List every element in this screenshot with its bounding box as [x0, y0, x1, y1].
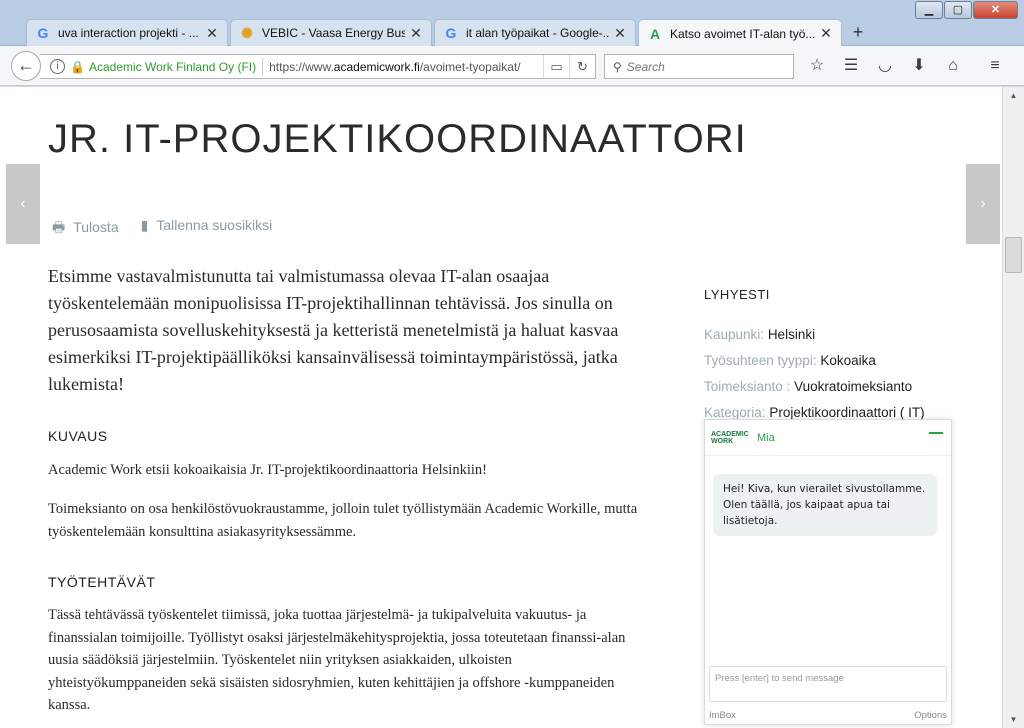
pocket-icon[interactable]: ◡	[868, 54, 902, 79]
google-icon: G	[445, 25, 457, 41]
chat-options-link[interactable]: Options	[914, 710, 947, 721]
tab-label: uva interaction projekti - ...	[58, 26, 199, 40]
minimize-chat-icon[interactable]	[929, 432, 943, 434]
download-icon[interactable]: ⬇	[902, 54, 936, 79]
maximize-button[interactable]: ▢	[944, 1, 972, 19]
save-label: Tallenna suosikiksi	[156, 217, 273, 233]
tab-vebic[interactable]: ✺ VEBIC - Vaasa Energy Busi... ✕	[230, 19, 432, 46]
url-text[interactable]: https://www.academicwork.fi/avoimet-tyop…	[269, 60, 543, 74]
section-title-tyotehtavat: TYÖTEHTÄVÄT	[48, 574, 156, 590]
google-icon: G	[37, 25, 49, 41]
summary-value: Helsinki	[767, 327, 816, 342]
chat-header[interactable]: ACADEMIC WORK Mia	[705, 420, 951, 456]
window-controls: ▁ ▢ ✕	[915, 1, 1018, 19]
summary-key: Työsuhteen tyyppi:	[704, 353, 817, 368]
summary-row: Työsuhteen tyyppi: Kokoaika	[704, 353, 984, 379]
summary-value: Projektikoordinaattori ( IT)	[769, 405, 925, 420]
divider	[262, 57, 264, 76]
bookmark-star-icon[interactable]: ☆	[800, 54, 834, 79]
browser-titlebar: G uva interaction projekti - ... ✕ ✺ VEB…	[0, 0, 1024, 47]
tab-label: it alan työpaikat - Google-...	[466, 26, 609, 40]
paragraph: Toimeksianto on osa henkilöstövuokrausta…	[48, 501, 638, 540]
back-button[interactable]: ←	[11, 51, 41, 81]
job-actions: 🖶 Tulosta ▮ Tallenna suosikiksi	[52, 217, 272, 241]
prev-job-button[interactable]: ‹	[6, 164, 40, 244]
close-tab-icon[interactable]: ✕	[205, 25, 219, 42]
scroll-up-icon[interactable]: ▲	[1003, 87, 1024, 104]
chat-brand: ImBox	[709, 710, 736, 721]
home-icon[interactable]: ⌂	[936, 54, 970, 79]
scroll-down-icon[interactable]: ▼	[1003, 711, 1024, 728]
tab-label: Katso avoimet IT-alan työ...	[670, 26, 815, 41]
browser-navbar: i 🔒 Academic Work Finland Oy (FI) https:…	[0, 46, 1024, 86]
close-window-button[interactable]: ✕	[973, 1, 1018, 19]
tab-academic-work[interactable]: A Katso avoimet IT-alan työ... ✕	[638, 19, 842, 47]
close-tab-icon[interactable]: ✕	[613, 25, 627, 42]
chat-input[interactable]: Press [enter] to send message	[709, 666, 947, 702]
summary-key: Kategoria:	[704, 405, 766, 420]
summary-row: Kaupunki: Helsinki	[704, 327, 984, 353]
new-tab-button[interactable]: +	[846, 22, 870, 44]
job-title: JR. IT-PROJEKTIKOORDINAATTORI	[48, 117, 747, 161]
job-lead: Etsimme vastavalmistunutta tai valmistum…	[48, 266, 619, 394]
print-button[interactable]: 🖶 Tulosta	[52, 217, 119, 241]
bookmarks-list-icon[interactable]: ☰	[834, 54, 868, 79]
url-domain: academicwork.fi	[333, 59, 420, 74]
academic-work-logo: ACADEMIC WORK	[711, 430, 749, 445]
chat-message: Hei! Kiva, kun vierailet sivustollamme. …	[713, 474, 937, 536]
summary-value: Vuokratoimeksianto	[794, 379, 913, 394]
minimize-button[interactable]: ▁	[915, 1, 943, 19]
paragraph: Academic Work etsii kokoaikaisia Jr. IT-…	[48, 462, 487, 478]
printer-icon: 🖶	[52, 219, 66, 235]
search-input[interactable]: ⚲ Search	[604, 54, 794, 79]
scrollbar-thumb[interactable]	[1005, 237, 1022, 273]
url-path: /avoimet-tyopaikat/	[419, 59, 521, 74]
summary-value: Kokoaika	[820, 353, 876, 368]
search-placeholder: Search	[626, 59, 665, 74]
url-prefix: https://www.	[269, 59, 334, 74]
chat-agent-name: Mia	[757, 431, 775, 444]
tab-uva-interaction[interactable]: G uva interaction projekti - ... ✕	[26, 19, 228, 46]
close-tab-icon[interactable]: ✕	[819, 25, 833, 42]
info-icon[interactable]: i	[50, 59, 65, 74]
page-content: JR. IT-PROJEKTIKOORDINAATTORI ‹ › 🖶 Tulos…	[0, 87, 1002, 728]
summary-panel: LYHYESTI Kaupunki: Helsinki Työsuhteen t…	[704, 287, 984, 431]
vertical-scrollbar[interactable]: ▲ ▼	[1002, 87, 1024, 728]
tab-it-alan[interactable]: G it alan työpaikat - Google-... ✕	[434, 19, 636, 46]
summary-key: Toimeksianto :	[704, 379, 791, 394]
summary-row: Toimeksianto : Vuokratoimeksianto	[704, 379, 984, 405]
save-favorite-button[interactable]: ▮ Tallenna suosikiksi	[141, 217, 273, 241]
close-tab-icon[interactable]: ✕	[409, 25, 423, 42]
paragraph: Tässä tehtävässä työskentelet tiimissä, …	[48, 607, 626, 713]
menu-icon[interactable]: ≡	[978, 54, 1012, 79]
summary-heading: LYHYESTI	[704, 287, 770, 302]
reader-view-icon[interactable]: ▭	[543, 55, 569, 78]
tab-label: VEBIC - Vaasa Energy Busi...	[262, 26, 405, 40]
academic-work-icon: A	[649, 25, 661, 42]
vebic-icon: ✺	[241, 24, 253, 41]
summary-key: Kaupunki:	[704, 327, 765, 342]
chat-widget[interactable]: ACADEMIC WORK Mia Hei! Kiva, kun vierail…	[704, 419, 952, 725]
toolbar-icons: ☆ ☰ ◡ ⬇ ⌂ ≡	[800, 54, 1012, 79]
print-label: Tulosta	[73, 219, 119, 235]
next-job-button[interactable]: ›	[966, 164, 1000, 244]
reload-icon[interactable]: ↻	[569, 55, 595, 78]
lock-icon[interactable]: 🔒	[70, 60, 85, 74]
search-icon: ⚲	[613, 59, 622, 74]
chat-footer: ImBox Options	[709, 710, 947, 721]
url-bar[interactable]: i 🔒 Academic Work Finland Oy (FI) https:…	[40, 54, 596, 79]
section-title-kuvaus: KUVAUS	[48, 428, 108, 444]
bookmark-icon: ▮	[140, 217, 149, 233]
site-identity[interactable]: Academic Work Finland Oy (FI)	[89, 60, 256, 74]
